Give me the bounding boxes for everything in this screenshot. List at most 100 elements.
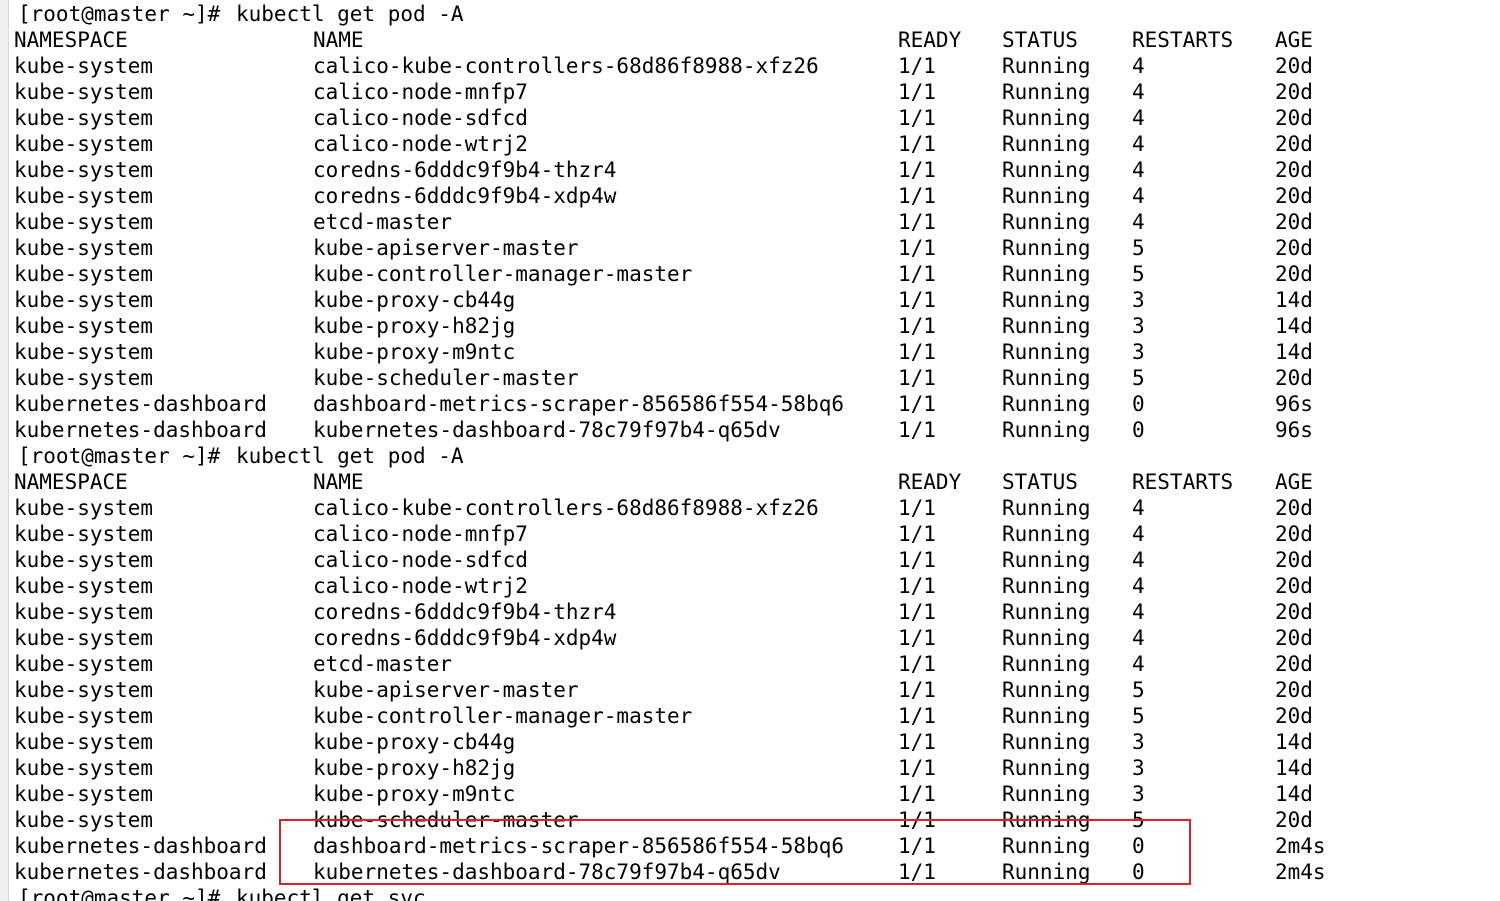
pod-restarts: 4	[1132, 496, 1145, 520]
table-row: kube-system kube-proxy-h82jg 1/1 Running 3 14…	[14, 755, 1313, 781]
pod-restarts: 4	[1132, 548, 1145, 572]
pod-ready: 1/1	[898, 808, 936, 832]
table-row: kube-system calico-node-wtrj2 1/1 Running 4 2…	[14, 131, 1313, 157]
pod-status: Running	[1002, 756, 1091, 780]
pod-namespace: kubernetes-dashboard	[14, 834, 267, 858]
pod-status: Running	[1002, 80, 1091, 104]
pod-ready: 1/1	[898, 652, 936, 676]
table-row: kube-system kube-controller-manager-maste…	[14, 703, 1313, 729]
pod-restarts: 3	[1132, 730, 1145, 754]
pod-restarts: 3	[1132, 756, 1145, 780]
table-row: kube-system kube-proxy-m9ntc 1/1 Running 3 14…	[14, 339, 1313, 365]
pod-restarts: 4	[1132, 54, 1145, 78]
pod-age: 20d	[1275, 236, 1313, 260]
pod-name: kube-controller-manager-master	[313, 704, 693, 728]
pod-namespace: kube-system	[14, 340, 154, 364]
pod-ready: 1/1	[898, 132, 936, 156]
terminal-left-edge	[0, 0, 9, 901]
pod-ready: 1/1	[898, 184, 936, 208]
pod-namespace: kube-system	[14, 184, 154, 208]
command-line: [root@master ~]# kubectl get pod -A	[14, 1, 464, 27]
pod-age: 20d	[1275, 808, 1313, 832]
pod-name: etcd-master	[313, 652, 453, 676]
pod-namespace: kube-system	[14, 704, 154, 728]
table-row: kube-system kube-apiserver-master 1/1 Runni…	[14, 235, 1313, 261]
pod-restarts: 4	[1132, 158, 1145, 182]
command-line: [root@master ~]# kubectl get svc	[14, 885, 426, 901]
table-row: kube-system calico-node-sdfcd 1/1 Running 4 2…	[14, 547, 1313, 573]
pod-ready: 1/1	[898, 288, 936, 312]
pod-status: Running	[1002, 288, 1091, 312]
pod-restarts: 4	[1132, 80, 1145, 104]
pod-status: Running	[1002, 132, 1091, 156]
pod-name: kube-apiserver-master	[313, 236, 579, 260]
pod-restarts: 5	[1132, 366, 1145, 390]
pod-age: 20d	[1275, 574, 1313, 598]
pod-namespace: kube-system	[14, 54, 154, 78]
pod-restarts: 5	[1132, 236, 1145, 260]
header-age: AGE	[1275, 28, 1313, 52]
pod-status: Running	[1002, 600, 1091, 624]
pod-namespace: kube-system	[14, 288, 154, 312]
pod-status: Running	[1002, 340, 1091, 364]
pod-name: coredns-6dddc9f9b4-thzr4	[313, 158, 617, 182]
pod-ready: 1/1	[898, 730, 936, 754]
pod-restarts: 3	[1132, 782, 1145, 806]
pod-status: Running	[1002, 704, 1091, 728]
pod-ready: 1/1	[898, 80, 936, 104]
pod-status: Running	[1002, 392, 1091, 416]
pod-namespace: kube-system	[14, 730, 154, 754]
pod-status: Running	[1002, 158, 1091, 182]
pod-age: 14d	[1275, 288, 1313, 312]
table-row: kube-system kube-apiserver-master 1/1 Runni…	[14, 677, 1313, 703]
pod-ready: 1/1	[898, 314, 936, 338]
terminal-window[interactable]: [root@master ~]# kubectl get pod -A NAME…	[0, 0, 1500, 901]
pod-status: Running	[1002, 106, 1091, 130]
table-row: kube-system kube-proxy-cb44g 1/1 Running 3 14…	[14, 287, 1313, 313]
shell-prompt: [root@master ~]#	[18, 2, 221, 26]
pod-namespace: kube-system	[14, 782, 154, 806]
table-row: kube-system calico-node-sdfcd 1/1 Running 4 2…	[14, 105, 1313, 131]
table-header: NAMESPACE NAME READY STATUS RESTARTS AGE	[14, 27, 1313, 53]
pod-age: 20d	[1275, 522, 1313, 546]
table-row: kube-system calico-kube-controllers-68d86…	[14, 53, 1313, 79]
header-restarts: RESTARTS	[1132, 28, 1234, 52]
terminal-output: [root@master ~]# kubectl get pod -A NAME…	[14, 1, 1326, 901]
pod-restarts: 3	[1132, 340, 1145, 364]
pod-ready: 1/1	[898, 340, 936, 364]
pod-ready: 1/1	[898, 782, 936, 806]
pod-name: calico-kube-controllers-68d86f8988-xfz26	[313, 496, 819, 520]
pod-ready: 1/1	[898, 834, 936, 858]
table-row: kube-system coredns-6dddc9f9b4-xdp4w 1/1 Ru…	[14, 625, 1313, 651]
table-row: kube-system coredns-6dddc9f9b4-thzr4 1/1 Ru…	[14, 599, 1313, 625]
pod-status: Running	[1002, 262, 1091, 286]
pod-restarts: 0	[1132, 860, 1145, 884]
pod-status: Running	[1002, 366, 1091, 390]
pod-ready: 1/1	[898, 106, 936, 130]
pod-namespace: kube-system	[14, 600, 154, 624]
pod-status: Running	[1002, 522, 1091, 546]
pod-status: Running	[1002, 314, 1091, 338]
pod-restarts: 5	[1132, 808, 1145, 832]
pod-namespace: kube-system	[14, 210, 154, 234]
pod-restarts: 5	[1132, 262, 1145, 286]
pod-age: 20d	[1275, 262, 1313, 286]
header-namespace: NAMESPACE	[14, 28, 128, 52]
pod-age: 2m4s	[1275, 860, 1326, 884]
pod-name: kube-proxy-m9ntc	[313, 340, 516, 364]
pod-name: kube-apiserver-master	[313, 678, 579, 702]
pod-namespace: kube-system	[14, 366, 154, 390]
pod-namespace: kubernetes-dashboard	[14, 418, 267, 442]
pod-name: calico-node-sdfcd	[313, 106, 528, 130]
pod-namespace: kube-system	[14, 626, 154, 650]
pod-restarts: 4	[1132, 600, 1145, 624]
table-row: kubernetes-dashboard kubernetes-dashboard…	[14, 417, 1313, 443]
header-name: NAME	[313, 470, 364, 494]
pod-age: 20d	[1275, 184, 1313, 208]
pod-ready: 1/1	[898, 574, 936, 598]
table-row: kube-system calico-kube-controllers-68d86…	[14, 495, 1313, 521]
pod-name: calico-node-mnfp7	[313, 522, 528, 546]
pod-age: 14d	[1275, 756, 1313, 780]
header-status: STATUS	[1002, 28, 1078, 52]
pod-name: calico-node-mnfp7	[313, 80, 528, 104]
